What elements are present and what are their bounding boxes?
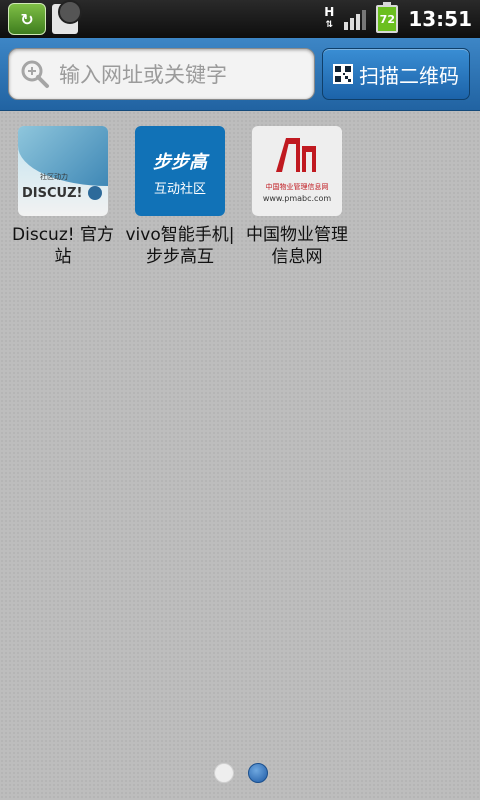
sd-card-icon	[52, 0, 82, 34]
pmabc-cn-text: 中国物业管理信息网	[265, 183, 329, 191]
signal-strength-icon	[344, 8, 367, 30]
search-icon	[21, 60, 49, 88]
speed-dial-grid: 社区动力 DISCUZ! Discuz! 官方站 步步高 互动社区 vivo智能…	[0, 111, 480, 800]
status-indicators: H ⇅ 72 13:51	[324, 0, 472, 38]
pmabc-url-text: www.pmabc.com	[262, 194, 332, 203]
battery-level: 72	[379, 12, 395, 26]
tile-label-discuz: Discuz! 官方站	[12, 225, 114, 267]
notification-area: ↻	[8, 0, 82, 35]
status-bar: ↻ H ⇅ 72 13:51	[0, 0, 480, 38]
discuz-thumbnail: 社区动力 DISCUZ!	[18, 126, 108, 216]
bbg-brand-text: 步步高	[153, 152, 207, 173]
speed-dial-tile-bbg[interactable]: 步步高 互动社区 vivo智能手机|步步高互	[125, 126, 235, 268]
page-dot-1[interactable]	[214, 763, 234, 783]
app-notification-icon: ↻	[8, 3, 46, 35]
bbg-sub-text: 互动社区	[153, 182, 206, 197]
sd-card-dot-icon	[58, 0, 82, 24]
network-type: H ⇅	[324, 5, 335, 31]
speed-dial-tile-discuz[interactable]: 社区动力 DISCUZ! Discuz! 官方站	[8, 126, 118, 268]
tile-label-bbg: vivo智能手机|步步高互	[125, 225, 235, 267]
data-arrows-icon: ⇅	[325, 20, 334, 30]
clock: 13:51	[408, 7, 472, 31]
tile-label-pmabc: 中国物业管理信息网	[246, 225, 348, 267]
pmabc-thumbnail: 中国物业管理信息网 www.pmabc.com	[252, 126, 342, 216]
browser-top-bar: 输入网址或关键字 扫描二维码	[0, 38, 480, 111]
page-dot-2-active[interactable]	[248, 763, 268, 783]
qr-code-icon	[333, 64, 353, 84]
discuz-tagline: 社区动力	[40, 173, 68, 181]
discuz-logo-text: DISCUZ!	[22, 186, 83, 201]
scan-qr-button[interactable]: 扫描二维码	[322, 48, 470, 100]
page-indicator	[214, 763, 268, 783]
discuz-badge-icon	[88, 186, 102, 200]
network-type-label: H	[324, 5, 335, 19]
battery-icon: 72	[376, 2, 399, 33]
search-placeholder: 输入网址或关键字	[59, 63, 227, 87]
pmabc-logo-icon	[276, 138, 316, 172]
speed-dial-tile-pmabc[interactable]: 中国物业管理信息网 www.pmabc.com 中国物业管理信息网	[242, 126, 352, 268]
address-search-input[interactable]: 输入网址或关键字	[8, 48, 315, 100]
bbg-thumbnail: 步步高 互动社区	[135, 126, 225, 216]
scan-button-label: 扫描二维码	[359, 63, 459, 88]
